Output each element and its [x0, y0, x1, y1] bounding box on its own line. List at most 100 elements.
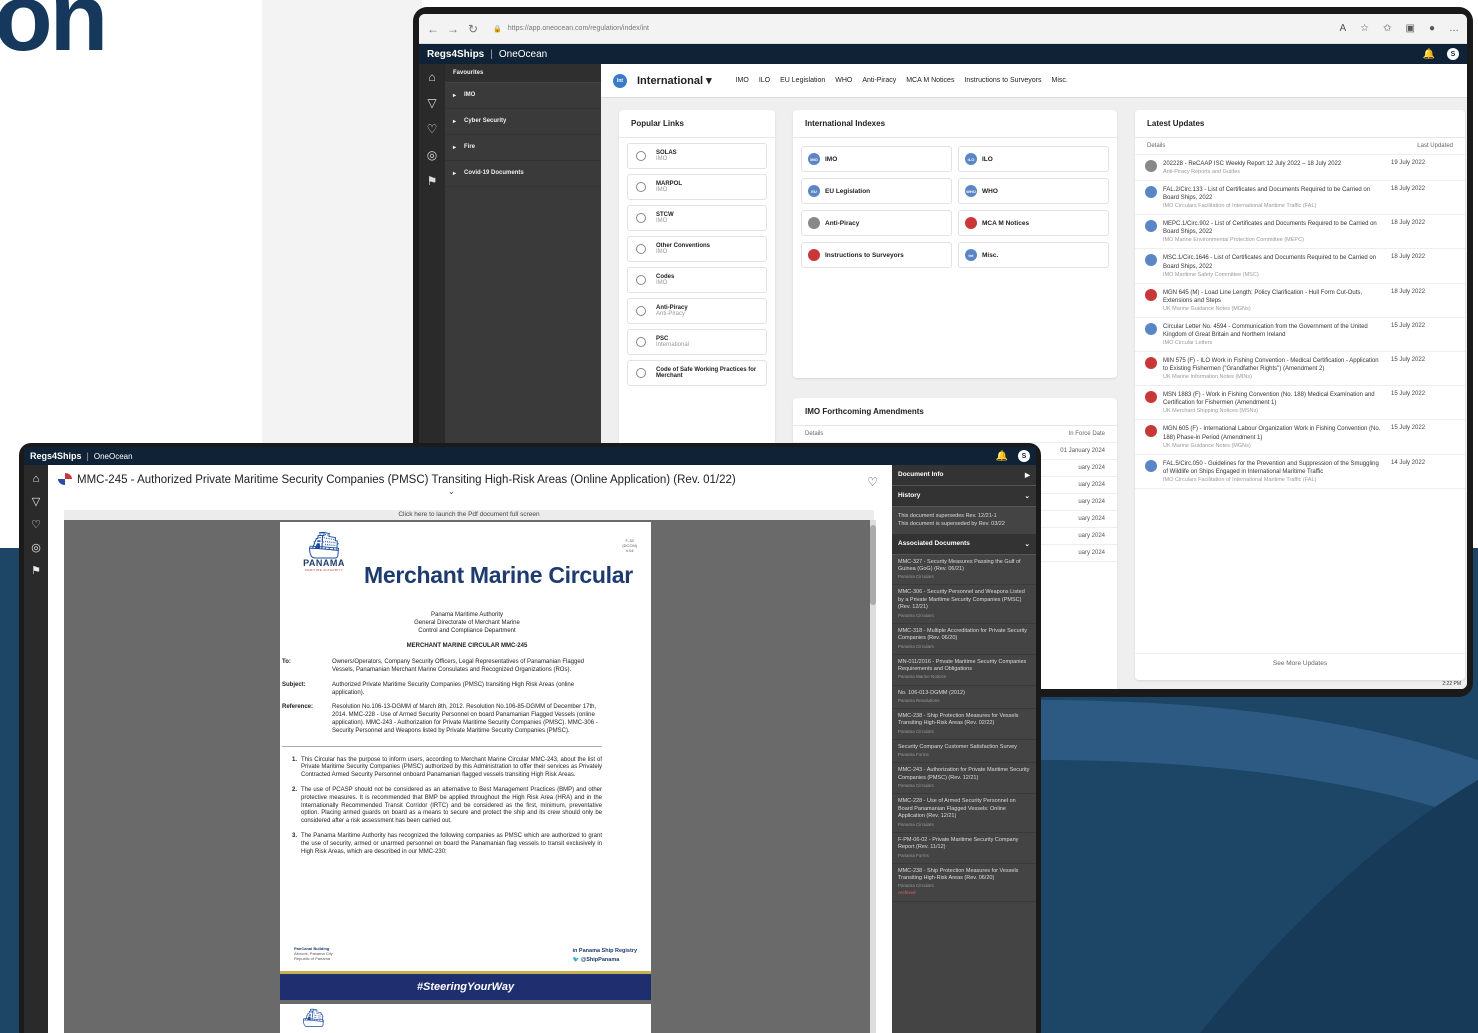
update-row[interactable]: MEPC.1/Circ.902 - List of Certificates a…: [1135, 215, 1465, 250]
home-icon[interactable]: ⌂: [33, 473, 40, 485]
flag-icon[interactable]: ⚑: [31, 564, 41, 577]
index-item[interactable]: MCA M Notices: [958, 210, 1109, 236]
history-content: This document supersedes Rev. 12/21-1 Th…: [892, 507, 1036, 534]
associated-document[interactable]: MMC-238 - Ship Protection Measures for V…: [892, 709, 1036, 740]
associated-document[interactable]: MMC-238 - Ship Protection Measures for V…: [892, 864, 1036, 902]
associated-document[interactable]: Security Company Customer Satisfaction S…: [892, 740, 1036, 764]
refresh-icon[interactable]: ↻: [467, 22, 479, 36]
launch-fullscreen-link[interactable]: Click here to launch the Pdf document fu…: [64, 510, 874, 520]
nav-link[interactable]: Misc.: [1051, 77, 1067, 84]
update-row[interactable]: FAL.5/Circ.050 - Guidelines for the Prev…: [1135, 455, 1465, 489]
associated-document[interactable]: No. 106-013-DGMM (2012) Panama Resolution…: [892, 686, 1036, 710]
popular-link[interactable]: SOLAS IMO: [627, 143, 767, 169]
associated-document[interactable]: MMC-243 - Authorization for Private Mari…: [892, 763, 1036, 795]
favourite-item[interactable]: ▸ Covid-19 Documents: [445, 161, 601, 187]
document-info-toggle[interactable]: Document Info ▶: [892, 465, 1036, 486]
update-row[interactable]: Circular Letter No. 4594 - Communication…: [1135, 318, 1465, 353]
subject-label: Subject:: [282, 681, 306, 688]
filter-icon[interactable]: ▽: [427, 96, 436, 110]
favourite-item[interactable]: ▸ IMO: [445, 83, 601, 109]
popular-link[interactable]: MARPOL IMO: [627, 174, 767, 200]
archived-flag: Archived: [898, 890, 916, 896]
index-item[interactable]: Instructions to Surveyors: [801, 242, 952, 268]
region-selector[interactable]: International ▾: [637, 74, 712, 87]
index-item[interactable]: Anti-Piracy: [801, 210, 952, 236]
document-window: Regs4Ships | OneOcean 🔔 S ⌂ ▽ ♡ ◎ ⚑ MMC-…: [19, 443, 1041, 1033]
bell-icon[interactable]: 🔔: [996, 451, 1008, 462]
associated-document[interactable]: MMC-318 - Multiple Accreditation for Pri…: [892, 624, 1036, 655]
heart-icon[interactable]: ♡: [427, 122, 438, 136]
update-text: MEPC.1/Circ.902 - List of Certificates a…: [1163, 220, 1385, 243]
index-item[interactable]: WHO WHO: [958, 178, 1109, 204]
update-date: 19 July 2022: [1391, 160, 1426, 166]
favourite-item[interactable]: ▸ Cyber Security: [445, 109, 601, 135]
index-item[interactable]: ILO ILO: [958, 146, 1109, 172]
section-title: Associated Documents: [898, 539, 970, 547]
profile-icon[interactable]: ●: [1429, 23, 1435, 34]
update-row[interactable]: MGN 645 (M) - Load Line Length: Policy C…: [1135, 284, 1465, 318]
scrollbar-thumb[interactable]: [870, 525, 876, 605]
associated-document[interactable]: MMC-327 - Security Measures Passing the …: [892, 555, 1036, 586]
address-footer: PanCanal Building Albrook, Panama City R…: [294, 946, 333, 961]
bell-icon[interactable]: 🔔: [1423, 49, 1435, 60]
read-aloud-icon[interactable]: A: [1339, 23, 1346, 34]
nav-link[interactable]: IMO: [736, 77, 749, 84]
globe-icon[interactable]: ◎: [31, 541, 41, 554]
bookmark-icon[interactable]: ☆: [1360, 23, 1369, 34]
history-toggle[interactable]: History ⌄: [892, 486, 1036, 507]
avatar[interactable]: S: [1018, 450, 1030, 462]
popular-link[interactable]: PSC International: [627, 329, 767, 355]
popular-link[interactable]: STCW IMO: [627, 205, 767, 231]
popular-link[interactable]: Code of Safe Working Practices for Merch…: [627, 360, 767, 386]
index-item[interactable]: Int Misc.: [958, 242, 1109, 268]
nav-link[interactable]: MCA M Notices: [906, 77, 954, 84]
popular-link[interactable]: Codes IMO: [627, 267, 767, 293]
associated-document[interactable]: MMC-306 - Security Personnel and Weapons…: [892, 585, 1036, 624]
flag-icon[interactable]: ⚑: [427, 174, 438, 188]
update-row[interactable]: FAL.2/Circ.133 - List of Certificates an…: [1135, 181, 1465, 216]
update-row[interactable]: MGN 605 (F) - International Labour Organ…: [1135, 420, 1465, 455]
see-more-button[interactable]: See More Updates: [1135, 653, 1465, 673]
update-row[interactable]: MSC.1/Circ.1646 - List of Certificates a…: [1135, 249, 1465, 284]
favourite-item[interactable]: ▸ Fire: [445, 135, 601, 161]
index-item[interactable]: EU EU Legislation: [801, 178, 952, 204]
associated-document[interactable]: MMC-228 - Use of Armed Security Personne…: [892, 794, 1036, 833]
associated-documents-toggle[interactable]: Associated Documents ⌄: [892, 533, 1036, 555]
form-code: F-33 (DCCM) V.04: [622, 538, 637, 554]
update-row[interactable]: 202228 - ReCAAP ISC Weekly Report 12 Jul…: [1135, 155, 1465, 182]
avatar[interactable]: S: [1447, 48, 1459, 60]
back-icon[interactable]: ←: [427, 22, 439, 36]
popular-link[interactable]: Other Conventions IMO: [627, 236, 767, 262]
nav-link[interactable]: ILO: [759, 77, 770, 84]
nav-link[interactable]: Anti-Piracy: [862, 77, 896, 84]
index-item[interactable]: IMO IMO: [801, 146, 952, 172]
link-source: IMO: [656, 187, 668, 193]
globe-icon[interactable]: ◎: [427, 148, 437, 162]
chevron-down-icon[interactable]: ⌄: [448, 487, 455, 496]
popular-link[interactable]: Anti-Piracy Anti-Piracy: [627, 298, 767, 324]
favourite-heart-icon[interactable]: ♡: [867, 475, 878, 489]
nav-link[interactable]: EU Legislation: [780, 77, 825, 84]
associated-document[interactable]: F-PM-06-02 - Private Maritime Security C…: [892, 833, 1036, 864]
filter-icon[interactable]: ▽: [32, 495, 40, 508]
associated-source: Panama Circulars: [898, 883, 934, 889]
home-icon[interactable]: ⌂: [428, 70, 435, 84]
update-row[interactable]: MSN 1883 (F) - Work in Fishing Conventio…: [1135, 386, 1465, 421]
collections-icon[interactable]: ▣: [1406, 23, 1415, 34]
address-bar[interactable]: 🔒 https://app.oneocean.com/regulation/in…: [487, 19, 655, 39]
nav-link[interactable]: WHO: [835, 77, 852, 84]
chevron-right-icon: ▸: [453, 171, 457, 177]
favorites-icon[interactable]: ✩: [1383, 23, 1391, 34]
forward-icon[interactable]: →: [447, 22, 459, 36]
update-text: MIN 575 (F) - ILO Work in Fishing Conven…: [1163, 357, 1385, 380]
update-source: UK Marine Information Notes (MINs): [1163, 374, 1252, 381]
update-badge-icon: [1145, 425, 1157, 438]
heart-icon[interactable]: ♡: [31, 518, 41, 531]
update-row[interactable]: MIN 575 (F) - ILO Work in Fishing Conven…: [1135, 352, 1465, 387]
more-icon[interactable]: …: [1449, 23, 1459, 34]
nav-link[interactable]: Instructions to Surveyors: [964, 77, 1041, 84]
associated-document[interactable]: MN-011/2016 - Private Maritime Security …: [892, 655, 1036, 686]
link-text: PSC International: [656, 336, 689, 348]
divider: [282, 745, 602, 747]
index-label: Anti-Piracy: [825, 219, 860, 227]
